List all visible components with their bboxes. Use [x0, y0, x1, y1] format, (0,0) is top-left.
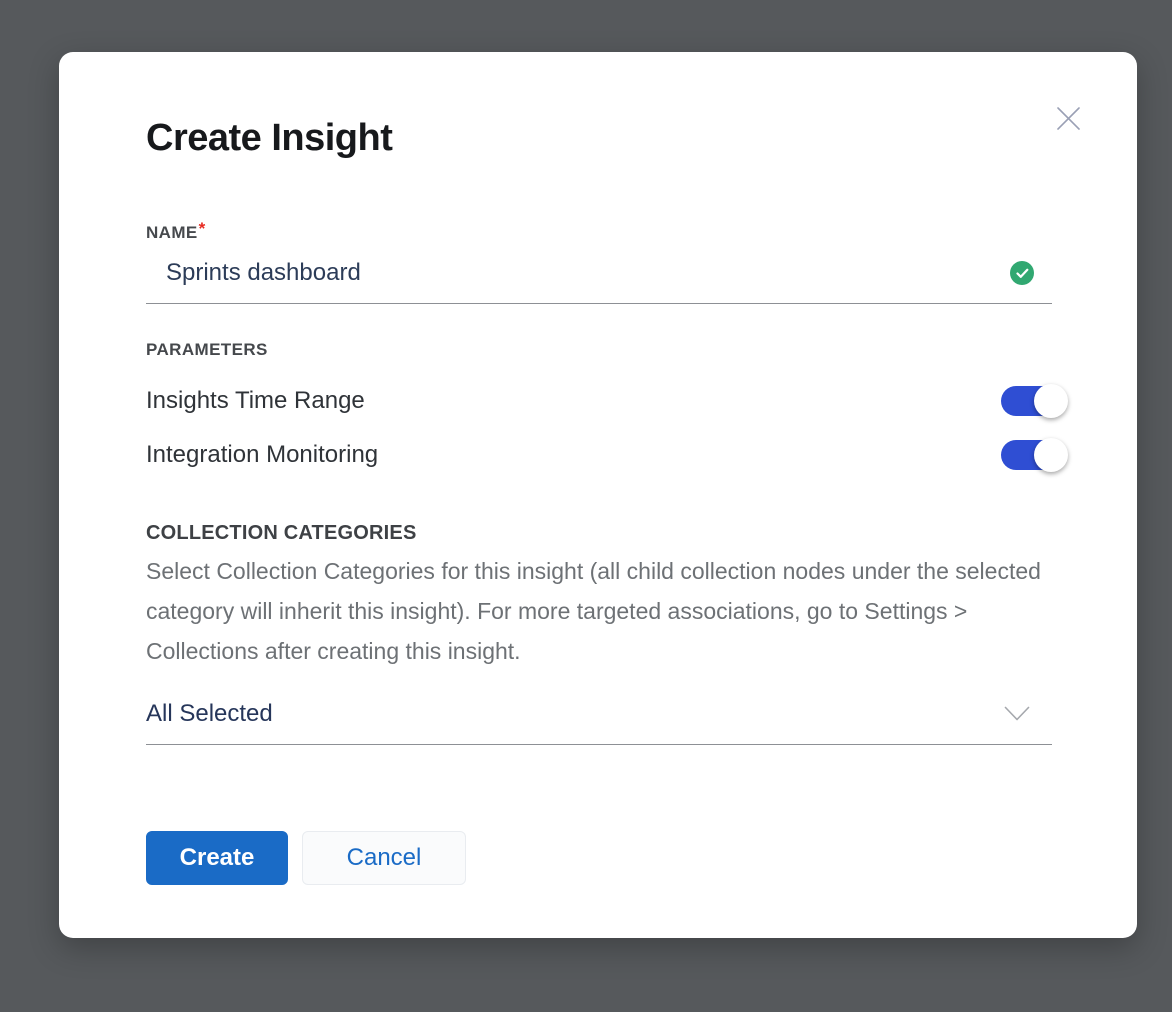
- dialog-title: Create Insight: [146, 116, 1052, 160]
- parameter-label: Integration Monitoring: [146, 441, 378, 469]
- name-input[interactable]: [146, 243, 1052, 303]
- name-input-row: [146, 243, 1052, 304]
- integration-monitoring-toggle[interactable]: [1001, 440, 1057, 470]
- parameter-row-insights-time-range: Insights Time Range: [146, 374, 1052, 428]
- collection-categories-description: Select Collection Categories for this in…: [146, 551, 1052, 671]
- parameter-label: Insights Time Range: [146, 387, 365, 415]
- toggle-knob: [1034, 384, 1068, 418]
- cancel-button[interactable]: Cancel: [302, 831, 466, 885]
- parameters-list: Insights Time Range Integration Monitori…: [146, 374, 1052, 482]
- create-button[interactable]: Create: [146, 831, 288, 885]
- parameter-row-integration-monitoring: Integration Monitoring: [146, 428, 1052, 482]
- collection-categories-dropdown[interactable]: All Selected: [146, 683, 1052, 745]
- dropdown-selected-value: All Selected: [146, 700, 273, 728]
- toggle-knob: [1034, 438, 1068, 472]
- chevron-down-icon: [1004, 706, 1030, 722]
- parameters-heading: PARAMETERS: [146, 340, 1052, 360]
- insights-time-range-toggle[interactable]: [1001, 386, 1057, 416]
- create-insight-dialog: Create Insight NAME* PARAMETERS Insights…: [59, 52, 1137, 938]
- name-label-text: NAME: [146, 223, 198, 242]
- name-label: NAME*: [146, 219, 1052, 243]
- dialog-actions: Create Cancel: [146, 831, 1052, 885]
- collection-categories-heading: COLLECTION CATEGORIES: [146, 521, 1052, 545]
- required-asterisk: *: [199, 219, 206, 238]
- dialog-content: Create Insight NAME* PARAMETERS Insights…: [59, 52, 1137, 938]
- valid-check-icon: [1010, 261, 1034, 285]
